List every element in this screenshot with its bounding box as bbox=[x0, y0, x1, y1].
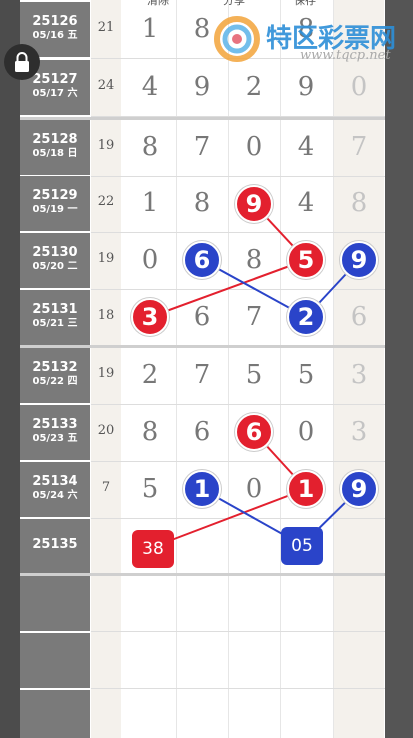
blue-pick-badge[interactable]: 05 bbox=[281, 527, 323, 565]
red-ball[interactable]: 5 bbox=[287, 241, 325, 279]
blue-ball[interactable]: 1 bbox=[183, 470, 221, 508]
watermark-logo: 特区彩票网 www.tqcp.net bbox=[212, 10, 404, 66]
right-edge bbox=[385, 0, 413, 738]
logo-swirl-icon bbox=[214, 16, 260, 62]
lock-icon bbox=[15, 52, 29, 72]
red-ball[interactable]: 9 bbox=[235, 185, 273, 223]
red-ball[interactable]: 1 bbox=[287, 470, 325, 508]
blue-ball[interactable]: 2 bbox=[287, 298, 325, 336]
red-link bbox=[149, 259, 307, 318]
blue-ball[interactable]: 9 bbox=[340, 241, 378, 279]
red-ball[interactable]: 6 bbox=[235, 413, 273, 451]
red-pick-badge[interactable]: 38 bbox=[132, 530, 174, 568]
watermark-url: www.tqcp.net bbox=[300, 48, 391, 63]
blue-ball[interactable]: 6 bbox=[183, 241, 221, 279]
lock-button[interactable] bbox=[4, 44, 40, 80]
trend-lines bbox=[149, 203, 360, 548]
blue-ball[interactable]: 9 bbox=[340, 470, 378, 508]
red-ball[interactable]: 3 bbox=[131, 298, 169, 336]
